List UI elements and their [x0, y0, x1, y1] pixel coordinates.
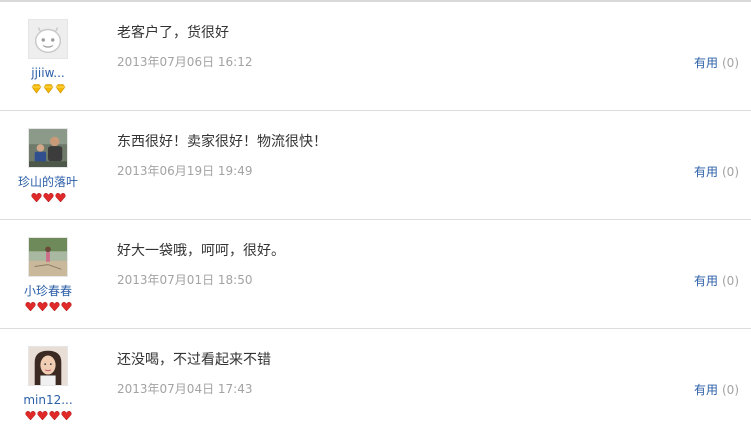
gold-diamond-icon — [55, 84, 65, 94]
red-heart-icon — [42, 193, 54, 203]
reputation-badges — [0, 410, 96, 421]
review-text: 东西很好！卖家很好！物流很快！ — [117, 134, 327, 150]
reputation-badges — [0, 83, 96, 94]
username[interactable]: jjiiw... — [0, 65, 96, 81]
review-item: jjiiw... 老客户了，货很好 2013年07月06日 16:12 有用 (0… — [0, 2, 751, 111]
helpful-label[interactable]: 有用 — [694, 165, 718, 179]
review-list: jjiiw... 老客户了，货很好 2013年07月06日 16:12 有用 (0… — [0, 2, 751, 437]
helpful-count: (0) — [722, 274, 739, 288]
helpful-count: (0) — [722, 165, 739, 179]
photo-avatar-outdoor-icon — [29, 238, 67, 276]
review-date: 2013年07月01日 18:50 — [117, 273, 253, 287]
red-heart-icon — [60, 411, 72, 421]
helpful-label[interactable]: 有用 — [694, 56, 718, 70]
username[interactable]: 小珍春春 — [0, 283, 96, 299]
username[interactable]: min12... — [0, 392, 96, 408]
reviewer-info: min12... — [0, 329, 96, 437]
photo-avatar-woman-icon — [29, 347, 67, 385]
helpful-button[interactable]: 有用 (0) — [694, 164, 739, 180]
red-heart-icon — [60, 302, 72, 312]
helpful-label[interactable]: 有用 — [694, 383, 718, 397]
red-heart-icon — [30, 193, 42, 203]
review-text: 好大一袋哦，呵呵，很好。 — [117, 243, 285, 259]
helpful-count: (0) — [722, 383, 739, 397]
red-heart-icon — [36, 302, 48, 312]
review-date: 2013年07月04日 17:43 — [117, 382, 253, 396]
red-heart-icon — [54, 193, 66, 203]
gold-diamond-icon — [31, 84, 41, 94]
photo-avatar-two-people-icon — [29, 129, 67, 167]
avatar[interactable] — [28, 237, 68, 277]
red-heart-icon — [36, 411, 48, 421]
helpful-label[interactable]: 有用 — [694, 274, 718, 288]
review-text: 老客户了，货很好 — [117, 25, 229, 41]
red-heart-icon — [24, 302, 36, 312]
default-face-avatar-icon — [29, 20, 67, 58]
username[interactable]: 珍山的落叶 — [0, 174, 96, 190]
helpful-button[interactable]: 有用 (0) — [694, 273, 739, 289]
gold-diamond-icon — [43, 84, 53, 94]
helpful-button[interactable]: 有用 (0) — [694, 382, 739, 398]
review-date: 2013年07月06日 16:12 — [117, 55, 253, 69]
review-text: 还没喝，不过看起来不错 — [117, 352, 271, 368]
review-item: min12... 还没喝，不过看起来不错 2013年07月04日 17:43 有… — [0, 329, 751, 437]
red-heart-icon — [48, 302, 60, 312]
review-date: 2013年06月19日 19:49 — [117, 164, 253, 178]
reputation-badges — [0, 192, 96, 203]
helpful-button[interactable]: 有用 (0) — [694, 55, 739, 71]
avatar[interactable] — [28, 346, 68, 386]
reputation-badges — [0, 301, 96, 312]
avatar[interactable] — [28, 19, 68, 59]
review-item: 小珍春春 好大一袋哦，呵呵，很好。 2013年07月01日 18:50 有用 (0… — [0, 220, 751, 329]
reviewer-info: 小珍春春 — [0, 220, 96, 328]
red-heart-icon — [48, 411, 60, 421]
reviewer-info: jjiiw... — [0, 2, 96, 110]
reviewer-info: 珍山的落叶 — [0, 111, 96, 219]
red-heart-icon — [24, 411, 36, 421]
helpful-count: (0) — [722, 56, 739, 70]
review-item: 珍山的落叶 东西很好！卖家很好！物流很快！ 2013年06月19日 19:49 … — [0, 111, 751, 220]
avatar[interactable] — [28, 128, 68, 168]
